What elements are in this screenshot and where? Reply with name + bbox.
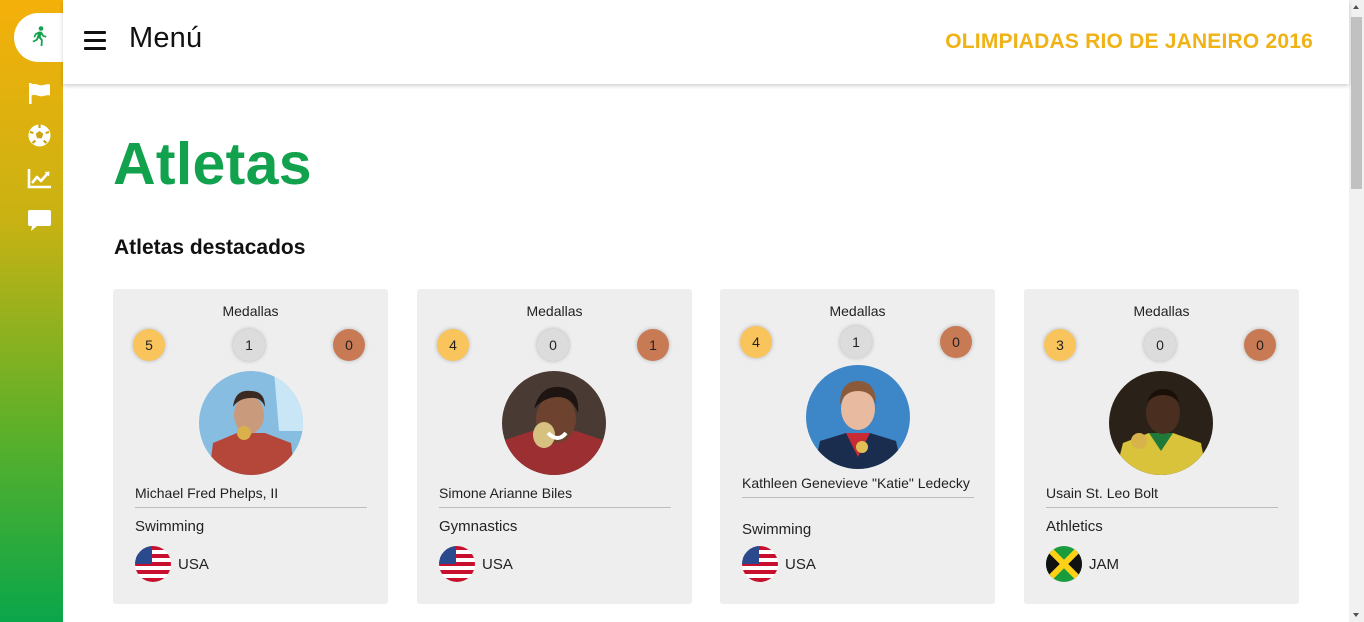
page-title: Atletas <box>113 131 312 197</box>
hamburger-icon <box>84 31 106 34</box>
athlete-photo <box>806 365 910 469</box>
scroll-down-button[interactable] <box>1349 607 1364 622</box>
sidebar-item-statistics[interactable] <box>27 166 52 191</box>
silver-medal-count: 1 <box>840 326 872 358</box>
athlete-photo <box>502 371 606 475</box>
medals-label: Medallas <box>829 303 886 319</box>
athlete-country: USA <box>178 556 209 573</box>
athlete-country: USA <box>482 556 513 573</box>
sidebar-item-countries[interactable] <box>27 81 52 106</box>
athlete-name: Michael Fred Phelps, II <box>135 486 367 508</box>
top-header: Menú OLIMPIADAS RIO DE JANEIRO 2016 <box>63 0 1349 84</box>
usa-flag-icon <box>742 546 778 582</box>
line-chart-icon <box>27 169 51 189</box>
chevron-up-icon <box>1353 5 1359 9</box>
usa-flag-icon <box>439 546 475 582</box>
bronze-medal-count: 0 <box>940 326 972 358</box>
scroll-up-button[interactable] <box>1349 0 1364 15</box>
scroll-thumb[interactable] <box>1351 17 1362 189</box>
silver-medal-count: 0 <box>537 329 569 361</box>
menu-title: Menú <box>129 22 203 54</box>
chevron-down-icon <box>1353 613 1359 617</box>
section-title: Atletas destacados <box>114 236 306 259</box>
brand-title: OLIMPIADAS RIO DE JANEIRO 2016 <box>945 30 1313 53</box>
flag-icon <box>29 83 50 104</box>
jamaica-flag-icon <box>1046 546 1082 582</box>
bronze-medal-count: 1 <box>637 329 669 361</box>
comment-icon <box>28 210 51 231</box>
athlete-sport: Swimming <box>135 518 205 535</box>
athlete-country: USA <box>785 556 816 573</box>
runner-icon <box>32 26 47 46</box>
athlete-photo <box>199 371 303 475</box>
menu-toggle-button[interactable] <box>84 31 106 51</box>
athlete-card[interactable]: Medallas 5 1 0 Michael Fred Phelps, II S… <box>113 289 388 604</box>
athlete-sport: Swimming <box>742 521 812 538</box>
gold-medal-count: 3 <box>1044 329 1076 361</box>
athlete-card[interactable]: Medallas 4 1 0 Kathleen Genevieve "Katie… <box>720 289 995 604</box>
athlete-country: JAM <box>1089 556 1119 573</box>
gold-medal-count: 4 <box>740 326 772 358</box>
athlete-sport: Gymnastics <box>439 518 518 535</box>
gold-medal-count: 4 <box>437 329 469 361</box>
athlete-name: Simone Arianne Biles <box>439 486 671 508</box>
medals-label: Medallas <box>222 303 279 319</box>
medals-label: Medallas <box>526 303 583 319</box>
vertical-scrollbar[interactable] <box>1349 0 1364 622</box>
gold-medal-count: 5 <box>133 329 165 361</box>
sidebar-item-sports[interactable] <box>27 123 52 148</box>
medals-label: Medallas <box>1133 303 1190 319</box>
athlete-name: Usain St. Leo Bolt <box>1046 486 1278 508</box>
bronze-medal-count: 0 <box>1244 329 1276 361</box>
athlete-sport: Athletics <box>1046 518 1103 535</box>
silver-medal-count: 1 <box>233 329 265 361</box>
sidebar-item-comments[interactable] <box>27 208 52 233</box>
athlete-card[interactable]: Medallas 4 0 1 Simone Arianne Biles Gymn… <box>417 289 692 604</box>
usa-flag-icon <box>135 546 171 582</box>
sidebar <box>0 0 72 622</box>
soccer-ball-icon <box>28 124 51 147</box>
athlete-photo <box>1109 371 1213 475</box>
silver-medal-count: 0 <box>1144 329 1176 361</box>
bronze-medal-count: 0 <box>333 329 365 361</box>
athlete-name: Kathleen Genevieve "Katie" Ledecky <box>742 476 974 498</box>
athlete-card[interactable]: Medallas 3 0 0 Usain St. Leo Bolt Athlet… <box>1024 289 1299 604</box>
